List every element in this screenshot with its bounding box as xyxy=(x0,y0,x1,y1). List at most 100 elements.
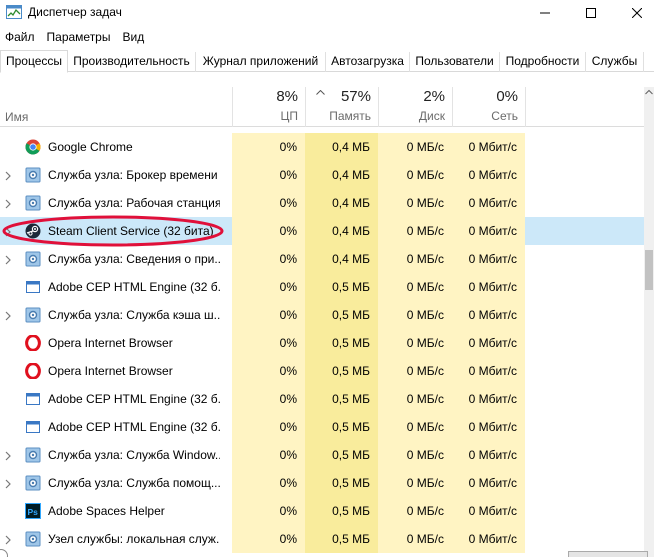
process-row[interactable]: Служба узла: Служба помощ... 0% 0,5 МБ 0 МБ… xyxy=(0,469,644,497)
cpu-value: 0% xyxy=(232,161,305,189)
process-row[interactable]: Adobe CEP HTML Engine (32 б... 0% 0,5 МБ 0 … xyxy=(0,385,644,413)
disk-value: 0 МБ/с xyxy=(378,357,452,385)
network-value: 0 Мбит/с xyxy=(452,497,525,525)
tab-startup[interactable]: Автозагрузка xyxy=(326,52,410,72)
window-icon xyxy=(25,279,41,295)
column-header: Имя 8% ЦП 57% Память 2% Диск 0% Сеть xyxy=(0,87,644,127)
gear-icon xyxy=(25,531,41,547)
disk-value: 0 МБ/с xyxy=(378,469,452,497)
photoshop-icon: Ps xyxy=(25,503,41,519)
menu-file[interactable]: Файл xyxy=(0,28,41,46)
process-row[interactable]: Служба узла: Сведения о при... 0% 0,4 МБ 0 … xyxy=(0,245,644,273)
memory-value: 0,5 МБ xyxy=(305,441,378,469)
network-value: 0 Мбит/с xyxy=(452,329,525,357)
cpu-value: 0% xyxy=(232,245,305,273)
process-row[interactable]: Служба узла: Рабочая станция 0% 0,4 МБ 0 МБ… xyxy=(0,189,644,217)
column-disk[interactable]: 2% Диск xyxy=(378,87,452,127)
maximize-button[interactable] xyxy=(568,0,614,26)
memory-value: 0,4 МБ xyxy=(305,133,378,161)
cpu-total-percent: 8% xyxy=(276,88,298,105)
column-name-label: Имя xyxy=(5,110,29,124)
process-row[interactable]: Служба узла: Служба кэша ш... 0% 0,5 МБ 0 М… xyxy=(0,301,644,329)
menu-view[interactable]: Вид xyxy=(116,28,150,46)
column-disk-label: Диск xyxy=(418,109,445,123)
process-row[interactable]: Ps Adobe Spaces Helper 0% 0,5 МБ 0 МБ/с 0 Мби… xyxy=(0,497,644,525)
cpu-value: 0% xyxy=(232,385,305,413)
tab-bar: Процессы Производительность Журнал прило… xyxy=(0,50,654,73)
gear-icon xyxy=(25,307,41,323)
tab-services[interactable]: Службы xyxy=(586,52,644,72)
process-row[interactable]: Узел службы: локальная служ... 0% 0,5 МБ 0 … xyxy=(0,525,644,553)
chevron-right-icon[interactable] xyxy=(5,198,11,209)
process-row[interactable]: Служба узла: Служба Window... 0% 0,5 МБ 0 М… xyxy=(0,441,644,469)
menu-options[interactable]: Параметры xyxy=(41,28,117,46)
cpu-value: 0% xyxy=(232,525,305,553)
tab-performance[interactable]: Производительность xyxy=(68,52,196,72)
chevron-right-icon[interactable] xyxy=(5,310,11,321)
vertical-scrollbar[interactable] xyxy=(644,87,654,557)
scroll-thumb[interactable] xyxy=(645,250,653,290)
svg-text:Ps: Ps xyxy=(28,507,39,517)
disk-value: 0 МБ/с xyxy=(378,133,452,161)
process-row[interactable]: Opera Internet Browser 0% 0,5 МБ 0 МБ/с 0 Мб… xyxy=(0,357,644,385)
close-button[interactable] xyxy=(614,0,654,26)
scroll-up-icon[interactable] xyxy=(645,89,653,95)
process-row[interactable]: Opera Internet Browser 0% 0,5 МБ 0 МБ/с 0 Мб… xyxy=(0,329,644,357)
process-row[interactable]: Steam Client Service (32 бита) 0% 0,4 МБ 0 … xyxy=(0,217,644,245)
network-value: 0 Мбит/с xyxy=(452,385,525,413)
column-name[interactable]: Имя xyxy=(0,87,232,127)
tab-processes[interactable]: Процессы xyxy=(0,50,68,73)
tab-details[interactable]: Подробности xyxy=(500,52,586,72)
disk-value: 0 МБ/с xyxy=(378,497,452,525)
network-value: 0 Мбит/с xyxy=(452,469,525,497)
opera-icon xyxy=(25,362,41,380)
process-name: Opera Internet Browser xyxy=(48,336,173,350)
disk-value: 0 МБ/с xyxy=(378,245,452,273)
disk-value: 0 МБ/с xyxy=(378,385,452,413)
memory-total-percent: 57% xyxy=(340,88,371,105)
sort-up-icon xyxy=(316,90,325,95)
memory-value: 0,5 МБ xyxy=(305,273,378,301)
process-name: Steam Client Service (32 бита) xyxy=(48,224,214,238)
chevron-right-icon[interactable] xyxy=(5,534,11,545)
chevron-right-icon[interactable] xyxy=(5,450,11,461)
process-name: Adobe CEP HTML Engine (32 б... xyxy=(48,392,220,406)
column-memory[interactable]: 57% Память xyxy=(305,87,378,127)
process-row[interactable]: Adobe CEP HTML Engine (32 б... 0% 0,5 МБ 0 … xyxy=(0,273,644,301)
network-value: 0 Мбит/с xyxy=(452,441,525,469)
gear-icon xyxy=(25,475,41,491)
network-total-percent: 0% xyxy=(496,88,518,105)
disk-value: 0 МБ/с xyxy=(378,273,452,301)
column-cpu[interactable]: 8% ЦП xyxy=(232,87,305,127)
network-value: 0 Мбит/с xyxy=(452,525,525,553)
process-name: Служба узла: Рабочая станция xyxy=(48,196,220,210)
column-network[interactable]: 0% Сеть xyxy=(452,87,525,127)
cpu-value: 0% xyxy=(232,301,305,329)
process-row[interactable]: Служба узла: Брокер времени 0% 0,4 МБ 0 МБ/… xyxy=(0,161,644,189)
disk-value: 0 МБ/с xyxy=(378,161,452,189)
tab-users[interactable]: Пользователи xyxy=(410,52,500,72)
network-value: 0 Мбит/с xyxy=(452,161,525,189)
network-value: 0 Мбит/с xyxy=(452,189,525,217)
chevron-right-icon[interactable] xyxy=(5,254,11,265)
end-task-button[interactable] xyxy=(568,551,648,557)
process-name: Служба узла: Служба Window... xyxy=(48,448,220,462)
network-value: 0 Мбит/с xyxy=(452,413,525,441)
process-name: Служба узла: Сведения о при... xyxy=(48,252,220,266)
process-name: Служба узла: Служба помощ... xyxy=(48,476,220,490)
chevron-right-icon[interactable] xyxy=(5,478,11,489)
chevron-right-icon[interactable] xyxy=(5,226,11,237)
column-cpu-label: ЦП xyxy=(280,109,298,123)
memory-value: 0,5 МБ xyxy=(305,329,378,357)
close-icon xyxy=(632,8,642,18)
network-value: 0 Мбит/с xyxy=(452,217,525,245)
window-title: Диспетчер задач xyxy=(28,5,122,19)
cpu-value: 0% xyxy=(232,469,305,497)
tab-app-history[interactable]: Журнал приложений xyxy=(196,52,326,72)
cpu-value: 0% xyxy=(232,217,305,245)
process-row[interactable]: Google Chrome 0% 0,4 МБ 0 МБ/с 0 Мбит/с xyxy=(0,133,644,161)
process-row[interactable]: Adobe CEP HTML Engine (32 б... 0% 0,5 МБ 0 … xyxy=(0,413,644,441)
minimize-button[interactable] xyxy=(522,0,568,26)
memory-value: 0,5 МБ xyxy=(305,469,378,497)
chevron-right-icon[interactable] xyxy=(5,170,11,181)
